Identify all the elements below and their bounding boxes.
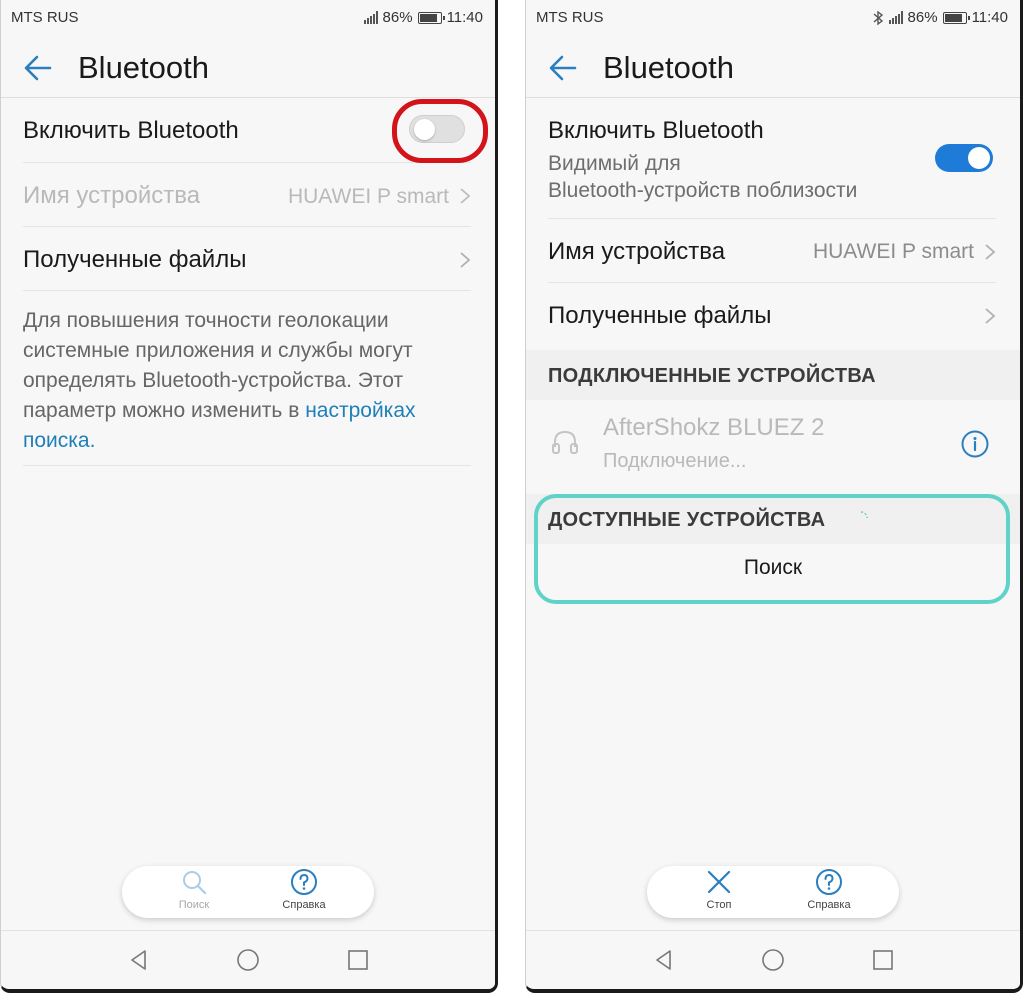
status-bar: MTS RUS 86% 11:40	[1, 0, 495, 36]
visibility-line-2: Bluetooth-устройств поблизости	[548, 179, 858, 202]
connected-device-row[interactable]: AfterShokz BLUEZ 2 Подключение...	[526, 402, 1020, 492]
stop-button-label: Стоп	[706, 899, 732, 911]
headphones-icon	[552, 430, 578, 454]
battery-icon	[942, 11, 970, 24]
received-files-label: Полученные файлы	[548, 302, 772, 329]
chevron-right-icon	[460, 188, 471, 204]
stop-button[interactable]: Стоп	[679, 868, 759, 916]
received-files-row[interactable]: Полученные файлы	[23, 227, 471, 291]
bluetooth-status-icon	[873, 10, 883, 25]
connected-devices-header: ПОДКЛЮЧЕННЫЕ УСТРОЙСТВА	[526, 350, 1020, 400]
back-arrow-icon[interactable]	[546, 51, 580, 85]
bottom-action-bar: Поиск Справка	[122, 866, 374, 918]
help-button-label: Справка	[282, 899, 326, 911]
device-name-label: Имя устройства	[548, 238, 726, 265]
nav-recents-icon[interactable]	[871, 948, 895, 972]
enable-bluetooth-row[interactable]: Включить Bluetooth Видимый для Bluetooth…	[548, 99, 996, 219]
back-arrow-icon[interactable]	[21, 51, 55, 85]
bottom-action-bar: Стоп Справка	[647, 866, 899, 918]
help-button[interactable]: Справка	[789, 868, 869, 916]
signal-icon	[363, 11, 378, 24]
system-nav-bar	[1, 930, 495, 989]
chevron-right-icon	[985, 244, 996, 260]
connected-device-status: Подключение...	[603, 450, 747, 472]
nav-recents-icon[interactable]	[346, 948, 370, 972]
search-button-label: Поиск	[178, 899, 210, 911]
geolocation-hint: Для повышения точности геолокации систем…	[23, 306, 471, 466]
battery-percent: 86%	[382, 9, 413, 26]
search-button[interactable]: Поиск	[154, 868, 234, 916]
toggle-highlight-circle	[392, 99, 488, 163]
chevron-right-icon	[985, 308, 996, 324]
visibility-line-1: Видимый для	[548, 152, 681, 175]
received-files-label: Полученные файлы	[23, 246, 247, 273]
device-name-label: Имя устройства	[23, 182, 201, 209]
phone-screen-left: MTS RUS 86% 11:40 Bluetooth Включить Blu…	[0, 0, 498, 993]
app-bar: Bluetooth	[526, 36, 1020, 98]
bluetooth-toggle[interactable]	[935, 144, 993, 172]
page-title: Bluetooth	[78, 50, 209, 85]
help-icon	[816, 869, 842, 895]
device-name-row[interactable]: Имя устройства HUAWEI P smart	[548, 219, 996, 283]
nav-home-icon[interactable]	[236, 948, 260, 972]
search-icon	[183, 871, 207, 895]
enable-bluetooth-label: Включить Bluetooth	[23, 117, 239, 144]
connected-devices-title: ПОДКЛЮЧЕННЫЕ УСТРОЙСТВА	[548, 365, 876, 387]
status-bar: MTS RUS 86% 11:40	[526, 0, 1020, 36]
enable-bluetooth-label: Включить Bluetooth	[548, 117, 764, 144]
phone-screen-right: MTS RUS 86% 11:40 Bluetooth Включить Blu…	[525, 0, 1023, 993]
battery-percent: 86%	[907, 9, 938, 26]
hint-end: .	[89, 429, 96, 452]
info-icon[interactable]	[960, 429, 990, 459]
received-files-row[interactable]: Полученные файлы	[548, 283, 996, 347]
help-button-label: Справка	[807, 899, 851, 911]
nav-back-icon[interactable]	[652, 948, 676, 972]
app-bar: Bluetooth	[1, 36, 495, 98]
help-button[interactable]: Справка	[264, 868, 344, 916]
signal-icon	[888, 11, 903, 24]
clock: 11:40	[446, 9, 483, 26]
carrier-label: MTS RUS	[536, 9, 604, 26]
carrier-label: MTS RUS	[11, 9, 79, 26]
device-name-value: HUAWEI P smart	[812, 240, 974, 263]
device-name-row: Имя устройства HUAWEI P smart	[23, 163, 471, 227]
battery-icon	[417, 11, 445, 24]
page-title: Bluetooth	[603, 50, 734, 85]
available-devices-highlight	[534, 494, 1010, 604]
chevron-right-icon	[460, 252, 471, 268]
help-icon	[291, 869, 317, 895]
clock: 11:40	[971, 9, 1008, 26]
nav-back-icon[interactable]	[127, 948, 151, 972]
nav-home-icon[interactable]	[761, 948, 785, 972]
connected-device-name: AfterShokz BLUEZ 2	[603, 414, 825, 441]
close-icon	[707, 870, 731, 894]
device-name-value: HUAWEI P smart	[287, 185, 449, 208]
system-nav-bar	[526, 930, 1020, 989]
